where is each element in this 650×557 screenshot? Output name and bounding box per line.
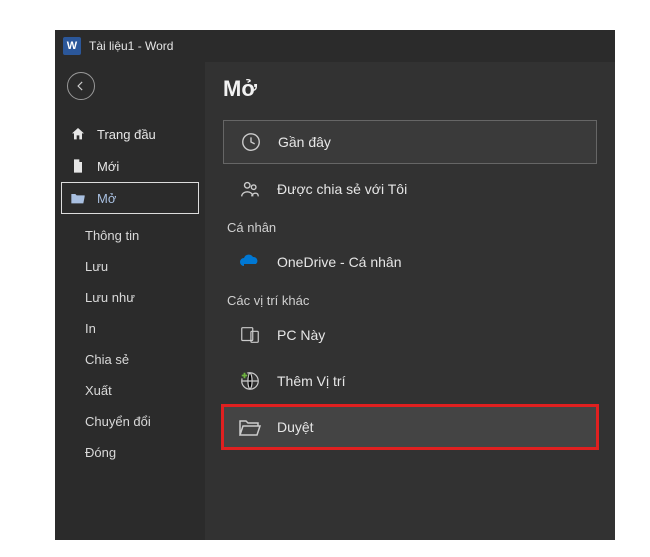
arrow-left-icon — [74, 79, 88, 93]
sidebar-sub-saveas[interactable]: Lưu như — [55, 282, 205, 313]
sidebar-item-label: Trang đầu — [97, 127, 156, 142]
word-backstage-window: W Tài liệu1 - Word Trang đầu Mới — [55, 30, 615, 540]
option-label: Được chia sẻ với Tôi — [277, 181, 407, 197]
sidebar-sub-info[interactable]: Thông tin — [55, 220, 205, 251]
option-onedrive[interactable]: OneDrive - Cá nhân — [223, 241, 597, 283]
sidebar-sub-close[interactable]: Đóng — [55, 437, 205, 468]
sidebar-item-label: Mới — [97, 159, 119, 174]
option-label: Gần đây — [278, 134, 331, 150]
sidebar-item-new[interactable]: Mới — [55, 150, 205, 182]
section-other-label: Các vị trí khác — [227, 293, 597, 308]
option-recent[interactable]: Gần đây — [223, 120, 597, 164]
thispc-icon — [237, 324, 263, 346]
window-title: Tài liệu1 - Word — [89, 39, 173, 53]
word-app-letter: W — [67, 40, 77, 52]
folder-browse-icon — [237, 416, 263, 438]
titlebar: W Tài liệu1 - Word — [55, 30, 615, 62]
sidebar: Trang đầu Mới Mở Thông tin Lưu Lưu như I… — [55, 62, 205, 540]
sidebar-item-label: Mở — [97, 191, 116, 206]
sidebar-sub-export[interactable]: Xuất — [55, 375, 205, 406]
sidebar-subnav: Thông tin Lưu Lưu như In Chia sẻ Xuất Ch… — [55, 214, 205, 468]
folder-open-icon — [69, 190, 87, 206]
sidebar-item-open[interactable]: Mở — [61, 182, 199, 214]
option-label: Duyệt — [277, 419, 314, 435]
clock-icon — [238, 131, 264, 153]
page-title: Mở — [223, 76, 597, 102]
sidebar-sub-print[interactable]: In — [55, 313, 205, 344]
word-app-icon: W — [63, 37, 81, 55]
option-label: PC Này — [277, 327, 325, 343]
option-label: OneDrive - Cá nhân — [277, 254, 402, 270]
sidebar-sub-convert[interactable]: Chuyển đổi — [55, 406, 205, 437]
backstage-body: Trang đầu Mới Mở Thông tin Lưu Lưu như I… — [55, 62, 615, 540]
option-addplace[interactable]: Thêm Vị trí — [223, 360, 597, 402]
home-icon — [69, 126, 87, 142]
option-thispc[interactable]: PC Này — [223, 314, 597, 356]
add-place-icon — [237, 370, 263, 392]
onedrive-icon — [237, 251, 263, 273]
sidebar-sub-save[interactable]: Lưu — [55, 251, 205, 282]
option-browse[interactable]: Duyệt — [223, 406, 597, 448]
sidebar-sub-share[interactable]: Chia sẻ — [55, 344, 205, 375]
back-button[interactable] — [67, 72, 95, 100]
sidebar-item-home[interactable]: Trang đầu — [55, 118, 205, 150]
document-icon — [69, 158, 87, 174]
section-personal-label: Cá nhân — [227, 220, 597, 235]
open-panel: Mở Gần đây Được chia sẻ với Tôi Cá nhân … — [205, 62, 615, 540]
option-shared[interactable]: Được chia sẻ với Tôi — [223, 168, 597, 210]
people-icon — [237, 178, 263, 200]
option-label: Thêm Vị trí — [277, 373, 345, 389]
